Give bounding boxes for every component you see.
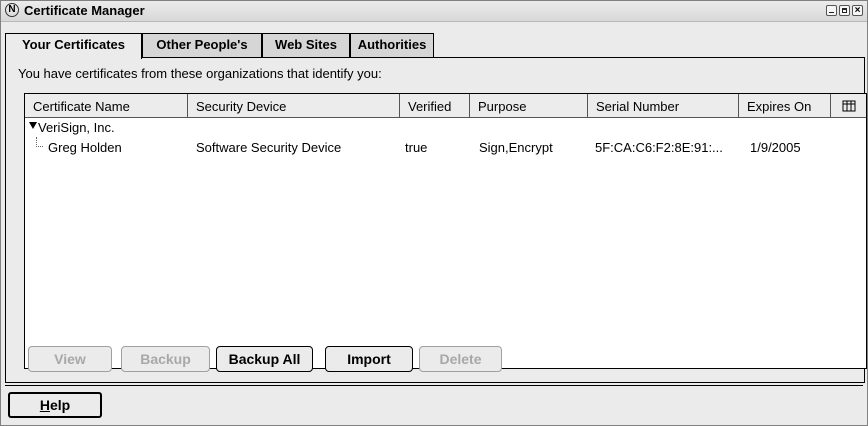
- certificate-manager-window: N Certificate Manager × Your Certificate…: [0, 0, 868, 426]
- group-name: VeriSign, Inc.: [38, 120, 115, 135]
- maximize-icon[interactable]: [839, 5, 850, 16]
- minimize-icon[interactable]: [826, 5, 837, 16]
- view-button[interactable]: View: [28, 346, 112, 372]
- netscape-logo-icon: N: [5, 3, 19, 17]
- import-button[interactable]: Import: [325, 346, 413, 372]
- backup-button[interactable]: Backup: [121, 346, 210, 372]
- window-title: Certificate Manager: [24, 3, 145, 18]
- certificate-table[interactable]: Certificate Name Security Device Verifie…: [24, 93, 867, 369]
- tab-authorities[interactable]: Authorities: [350, 33, 434, 58]
- column-header-purpose[interactable]: Purpose: [470, 94, 588, 118]
- cell-verified: true: [405, 140, 428, 155]
- tab-your-certificates[interactable]: Your Certificates: [5, 33, 142, 59]
- cell-serial-number: 5F:CA:C6:F2:8E:91:...: [595, 140, 723, 155]
- help-mnemonic: H: [39, 397, 50, 413]
- intro-text: You have certificates from these organiz…: [18, 66, 382, 81]
- footer-divider: [5, 385, 863, 386]
- tab-web-sites[interactable]: Web Sites: [262, 33, 350, 58]
- column-header-expires-on[interactable]: Expires On: [739, 94, 831, 118]
- backup-all-button[interactable]: Backup All: [216, 346, 313, 372]
- column-header-security-device[interactable]: Security Device: [188, 94, 400, 118]
- expand-toggle-icon[interactable]: [29, 122, 37, 129]
- help-label: elp: [49, 397, 71, 413]
- cell-security-device: Software Security Device: [196, 140, 342, 155]
- close-icon[interactable]: ×: [852, 5, 863, 16]
- window-controls: ×: [826, 5, 863, 16]
- tab-panel: You have certificates from these organiz…: [5, 57, 867, 383]
- tab-other-peoples[interactable]: Other People's: [142, 33, 262, 58]
- column-picker-icon[interactable]: [831, 94, 866, 118]
- cell-purpose: Sign,Encrypt: [479, 140, 553, 155]
- column-header-serial-number[interactable]: Serial Number: [588, 94, 739, 118]
- delete-button[interactable]: Delete: [419, 346, 502, 372]
- tree-group-row[interactable]: VeriSign, Inc.: [25, 119, 866, 137]
- tree-connector-icon: [36, 137, 43, 147]
- column-header-verified[interactable]: Verified: [400, 94, 470, 118]
- table-header: Certificate Name Security Device Verifie…: [25, 94, 866, 118]
- table-row[interactable]: Greg Holden Software Security Device tru…: [25, 137, 866, 157]
- help-button[interactable]: Help: [8, 392, 102, 418]
- column-header-certificate-name[interactable]: Certificate Name: [25, 94, 188, 118]
- cell-expires-on: 1/9/2005: [750, 140, 801, 155]
- cell-certificate-name: Greg Holden: [48, 140, 122, 155]
- title-bar[interactable]: N Certificate Manager ×: [1, 1, 867, 22]
